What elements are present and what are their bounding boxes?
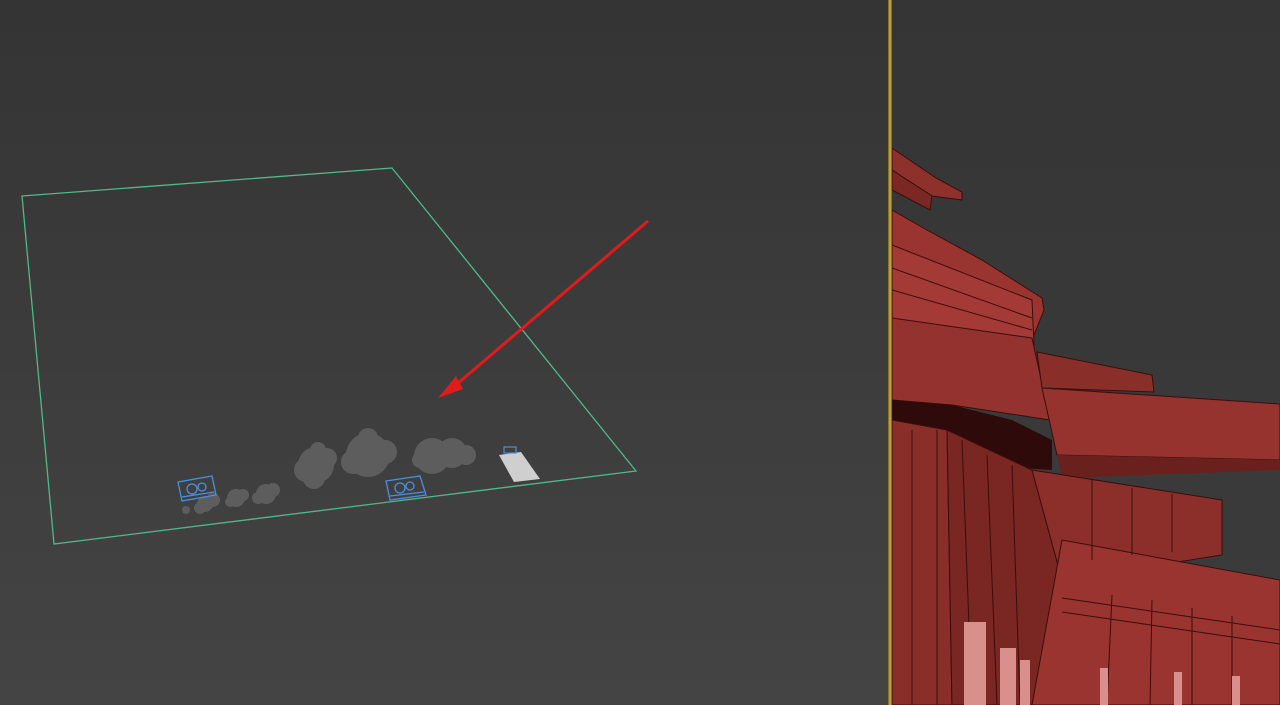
viewport-right-perspective[interactable] [892, 0, 1280, 705]
tree-proxy-icon[interactable] [294, 442, 337, 489]
tree-proxy-icon[interactable] [252, 483, 280, 504]
card-plane-object[interactable] [499, 452, 540, 482]
red-annotation-arrow [438, 219, 649, 398]
red-building-model [892, 147, 1280, 705]
tree-proxies[interactable] [182, 428, 476, 514]
ground-plane-gizmo[interactable] [21, 167, 638, 545]
viewport-left-perspective[interactable] [0, 0, 888, 705]
camera-helper-icon[interactable] [385, 475, 427, 501]
camera-helper-icon[interactable] [503, 446, 517, 454]
tree-proxy-icon[interactable] [225, 489, 249, 507]
tree-proxy-icon[interactable] [412, 438, 476, 474]
viewport-left-canvas [21, 167, 649, 545]
tree-proxy-icon[interactable] [341, 428, 397, 477]
tree-proxy-icon[interactable] [182, 506, 190, 514]
